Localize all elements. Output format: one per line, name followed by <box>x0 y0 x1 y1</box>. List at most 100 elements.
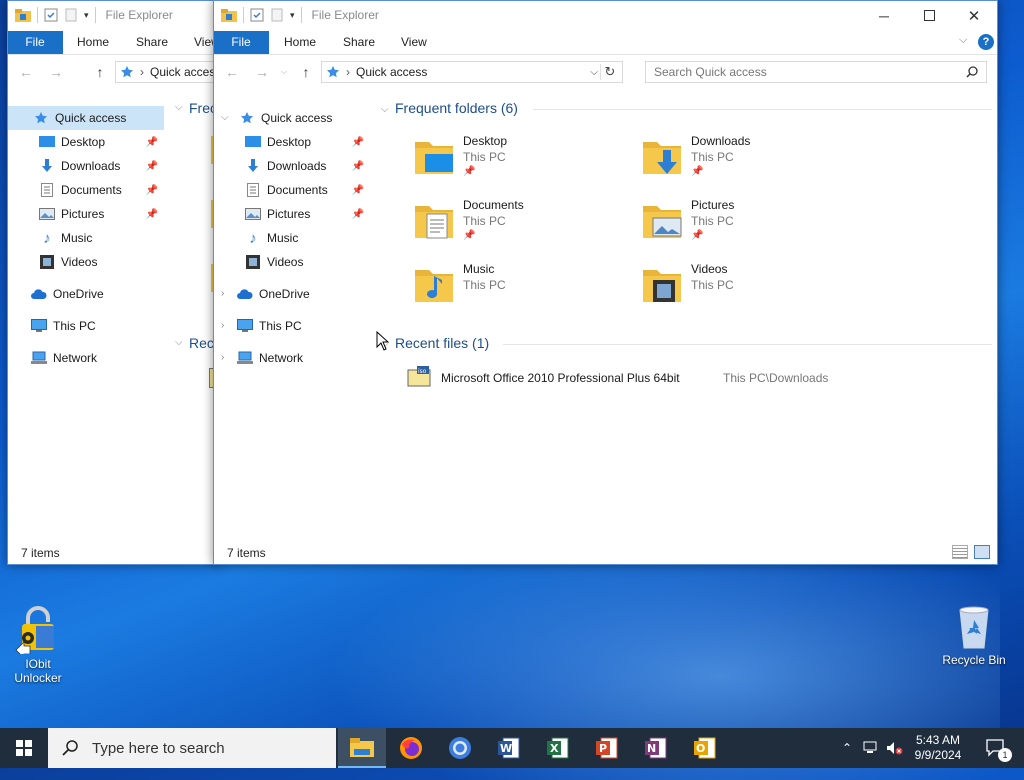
file-explorer-window-back[interactable]: ▾ File Explorer File Home Share View ← →… <box>7 0 219 565</box>
address-bar[interactable]: › Quick access ⌵ ↻ <box>321 61 623 83</box>
up-arrow-icon[interactable]: ↑ <box>91 63 109 81</box>
recent-file-row[interactable]: iso Microsoft Office 2010 Professional P… <box>405 366 985 390</box>
folder-tile-desktop[interactable]: Desktop This PC 📌 <box>413 132 633 188</box>
tab-file[interactable]: File <box>7 31 63 54</box>
nav-desktop[interactable]: Desktop 📌 <box>213 130 370 154</box>
back-arrow-icon[interactable]: ← <box>223 63 241 81</box>
nav-this-pc[interactable]: This PC <box>213 314 370 338</box>
nav-onedrive[interactable]: OneDrive <box>7 282 164 306</box>
nav-videos[interactable]: Videos <box>7 250 164 274</box>
section-header-partial: Rec <box>189 335 214 351</box>
desktop-icon-recycle-bin[interactable]: Recycle Bin <box>936 602 1012 667</box>
search-input[interactable]: Search Quick access <box>654 65 966 79</box>
tab-file[interactable]: File <box>213 31 269 54</box>
tab-share[interactable]: Share <box>343 31 375 54</box>
pin-icon: 📌 <box>145 184 158 196</box>
folder-tile-videos[interactable]: Videos This PC <box>641 260 861 316</box>
forward-arrow-icon[interactable]: → <box>253 63 271 81</box>
new-folder-icon[interactable] <box>270 8 284 22</box>
taskbar-word[interactable]: W <box>485 728 533 768</box>
taskbar-search-input[interactable]: Type here to search <box>92 740 225 757</box>
nav-downloads[interactable]: Downloads 📌 <box>7 154 164 178</box>
tab-home[interactable]: Home <box>77 31 109 54</box>
tab-home[interactable]: Home <box>284 31 316 54</box>
content-pane: ⌵ Frequent folders (6) Desktop This PC 📌… <box>373 92 998 537</box>
nav-documents[interactable]: Documents 📌 <box>213 178 370 202</box>
recycle-bin-icon <box>959 606 989 649</box>
refresh-icon[interactable]: ↻ <box>600 64 619 80</box>
properties-icon[interactable] <box>44 8 58 22</box>
chevron-down-icon: ⌵ <box>175 102 183 113</box>
nav-this-pc[interactable]: This PC <box>7 314 164 338</box>
title-bar[interactable]: ▾ File Explorer ─ ✕ <box>213 0 998 31</box>
folder-tile-music[interactable]: Music This PC <box>413 260 633 316</box>
nav-videos[interactable]: Videos <box>213 250 370 274</box>
qat-dropdown-icon[interactable]: ▾ <box>290 10 295 21</box>
maximize-button[interactable] <box>906 0 952 31</box>
quick-access-star-icon <box>33 110 49 126</box>
nav-network[interactable]: Network <box>213 346 370 370</box>
section-header-recent-files[interactable]: Recent files (1) <box>395 335 489 351</box>
action-center-button[interactable]: 1 <box>976 728 1016 768</box>
start-button[interactable] <box>0 728 48 768</box>
back-arrow-icon[interactable]: ← <box>17 63 35 81</box>
address-dropdown-icon[interactable]: ⌵ <box>590 67 598 78</box>
taskbar-file-explorer[interactable] <box>338 728 386 768</box>
new-folder-icon[interactable] <box>64 8 78 22</box>
qat-dropdown-icon[interactable]: ▾ <box>84 10 89 21</box>
chrome-icon <box>449 737 471 759</box>
taskbar-chrome[interactable] <box>436 728 484 768</box>
folder-tile-documents[interactable]: Documents This PC 📌 <box>413 196 633 252</box>
details-view-icon[interactable] <box>952 545 968 559</box>
recent-locations-dropdown-icon[interactable]: ⌵ <box>275 63 293 81</box>
taskbar-outlook[interactable]: O <box>681 728 729 768</box>
item-count: 7 items <box>227 546 266 560</box>
nav-music[interactable]: ♪ Music <box>213 226 370 250</box>
nav-downloads[interactable]: Downloads 📌 <box>213 154 370 178</box>
file-explorer-window[interactable]: ▾ File Explorer ─ ✕ File Home Share View… <box>213 0 998 565</box>
chevron-down-icon[interactable]: ⌵ <box>381 104 389 115</box>
taskbar-excel[interactable]: X <box>534 728 582 768</box>
search-box[interactable]: Search Quick access <box>645 61 987 83</box>
folder-tile-downloads[interactable]: Downloads This PC 📌 <box>641 132 861 188</box>
nav-quick-access-label[interactable]: Quick access <box>213 106 370 130</box>
desktop-icon-label: Recycle Bin <box>942 653 1006 667</box>
nav-music[interactable]: ♪ Music <box>7 226 164 250</box>
music-icon: ♪ <box>43 229 51 247</box>
taskbar-firefox[interactable] <box>387 728 435 768</box>
folder-tile-pictures[interactable]: Pictures This PC 📌 <box>641 196 861 252</box>
up-arrow-icon[interactable]: ↑ <box>297 63 315 81</box>
ribbon-expand-chevron-icon[interactable]: ⌵ <box>959 34 967 47</box>
nav-quick-access[interactable]: Quick access <box>7 106 164 130</box>
taskbar-powerpoint[interactable]: P <box>583 728 631 768</box>
address-bar[interactable]: › Quick access <box>115 61 219 83</box>
section-header-frequent-folders[interactable]: Frequent folders (6) <box>395 100 518 116</box>
taskbar-search-box[interactable]: Type here to search <box>48 728 336 768</box>
nav-network[interactable]: Network <box>7 346 164 370</box>
close-button[interactable]: ✕ <box>951 0 997 31</box>
properties-icon[interactable] <box>250 8 264 22</box>
nav-documents[interactable]: Documents 📌 <box>7 178 164 202</box>
help-icon[interactable]: ? <box>978 34 994 50</box>
section-title: Frequent folders (6) <box>395 100 518 116</box>
desktop-icon-iobit-unlocker[interactable]: IObit Unlocker <box>0 604 76 685</box>
clock[interactable]: 5:43 AM 9/9/2024 <box>908 728 968 768</box>
folder-location: This PC <box>463 214 506 228</box>
nav-pictures[interactable]: Pictures 📌 <box>213 202 370 226</box>
show-hidden-icons-button[interactable]: ⌃ <box>838 728 856 768</box>
network-status-button[interactable] <box>860 728 882 768</box>
window-title: File Explorer <box>105 8 173 22</box>
minimize-button[interactable]: ─ <box>861 0 907 31</box>
tab-share[interactable]: Share <box>136 31 168 54</box>
volume-button[interactable] <box>884 728 906 768</box>
pin-icon: 📌 <box>463 230 476 241</box>
nav-desktop[interactable]: Desktop 📌 <box>7 130 164 154</box>
nav-onedrive[interactable]: OneDrive <box>213 282 370 306</box>
forward-arrow-icon[interactable]: → <box>47 63 65 81</box>
title-bar[interactable]: ▾ File Explorer <box>7 0 219 31</box>
back-content-peek: ⌵ Frec ⌵ Rec <box>167 92 219 532</box>
large-icons-view-icon[interactable] <box>974 545 990 559</box>
nav-pictures[interactable]: Pictures 📌 <box>7 202 164 226</box>
taskbar-onenote[interactable]: N <box>632 728 680 768</box>
tab-view[interactable]: View <box>401 31 427 54</box>
